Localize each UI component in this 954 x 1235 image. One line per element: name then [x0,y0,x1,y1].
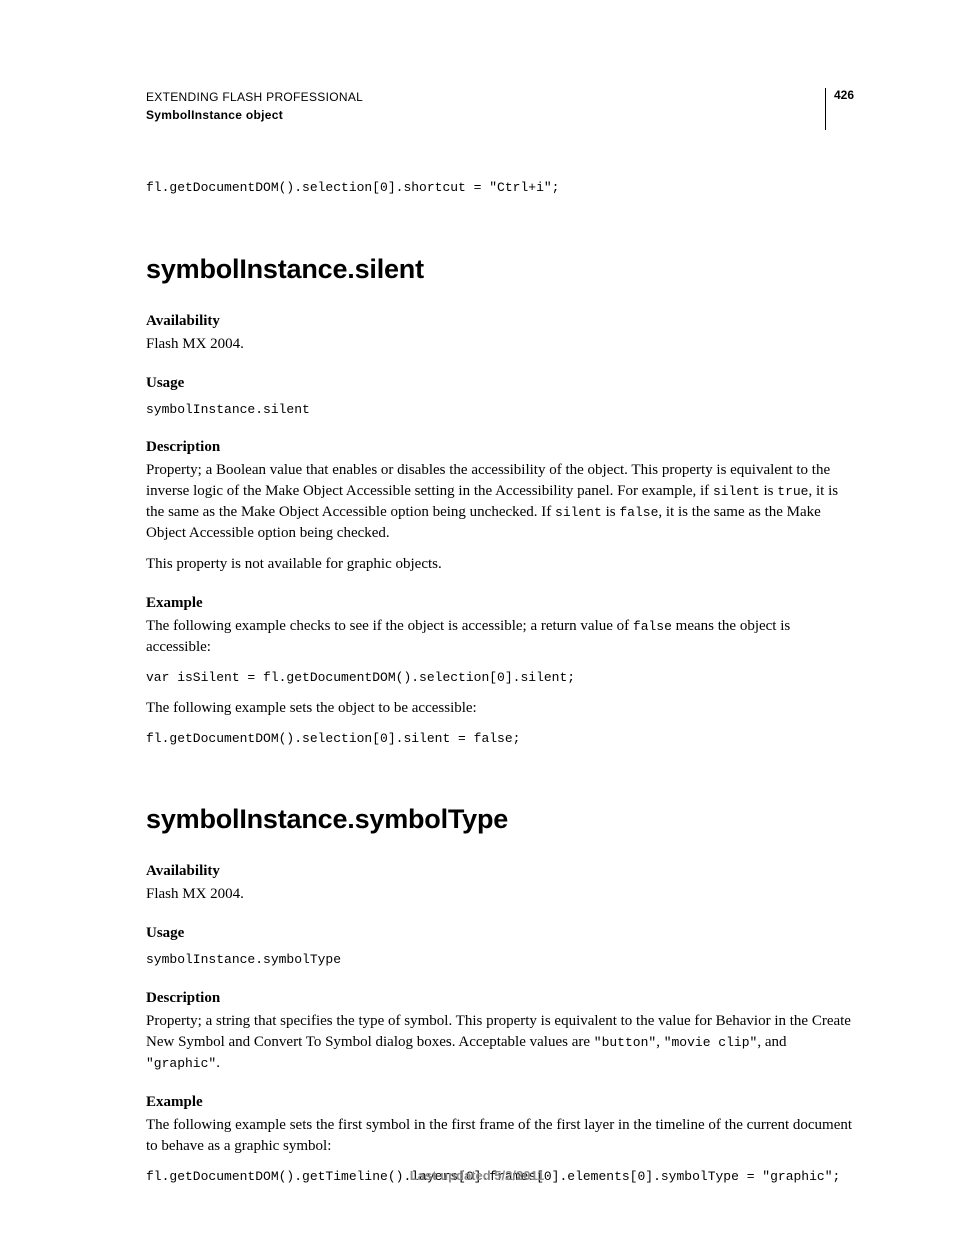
header-left: EXTENDING FLASH PROFESSIONAL SymbolInsta… [146,88,363,124]
usage-code: symbolInstance.silent [146,400,854,420]
description-heading: Description [146,439,854,456]
page-number-rule [825,88,826,130]
example-paragraph-1: The following example checks to see if t… [146,616,854,658]
example-code-2: fl.getDocumentDOM().selection[0].silent … [146,729,854,749]
availability-heading-2: Availability [146,863,854,880]
desc-text: is [760,483,778,499]
inline-code: silent [555,505,602,520]
example-heading: Example [146,595,854,612]
description-paragraph-1: Property; a Boolean value that enables o… [146,460,854,544]
example-code-1: var isSilent = fl.getDocumentDOM().selec… [146,668,854,688]
inline-code: false [619,505,658,520]
page-number: 426 [834,88,854,130]
availability-heading: Availability [146,313,854,330]
usage-heading: Usage [146,375,854,392]
section-title-symboltype: symbolInstance.symbolType [146,804,854,835]
inline-code: "graphic" [146,1056,216,1071]
availability-text: Flash MX 2004. [146,334,854,355]
inline-code: false [633,619,672,634]
inline-code: "movie clip" [664,1035,758,1050]
page-footer: Last updated 5/2/2011 [0,1168,954,1183]
description-heading-2: Description [146,990,854,1007]
description-paragraph-s2: Property; a string that specifies the ty… [146,1011,854,1074]
usage-code-2: symbolInstance.symbolType [146,950,854,970]
inline-code: true [777,484,808,499]
example-heading-2: Example [146,1094,854,1111]
desc-text: , and [757,1034,786,1050]
desc-text: , [656,1034,664,1050]
availability-text-2: Flash MX 2004. [146,884,854,905]
page-header: EXTENDING FLASH PROFESSIONAL SymbolInsta… [146,88,854,130]
description-paragraph-2: This property is not available for graph… [146,554,854,575]
header-section-title: SymbolInstance object [146,106,363,124]
section-title-silent: symbolInstance.silent [146,254,854,285]
intro-code-block: fl.getDocumentDOM().selection[0].shortcu… [146,178,854,198]
page-container: EXTENDING FLASH PROFESSIONAL SymbolInsta… [0,0,954,1186]
header-doc-title: EXTENDING FLASH PROFESSIONAL [146,88,363,106]
inline-code: "button" [594,1035,656,1050]
desc-text: is [602,504,620,520]
example-paragraph-s2: The following example sets the first sym… [146,1115,854,1157]
desc-text: . [216,1055,220,1071]
usage-heading-2: Usage [146,925,854,942]
page-number-wrap: 426 [825,88,854,130]
inline-code: silent [713,484,760,499]
example-paragraph-2: The following example sets the object to… [146,698,854,719]
ex-text: The following example checks to see if t… [146,618,633,634]
